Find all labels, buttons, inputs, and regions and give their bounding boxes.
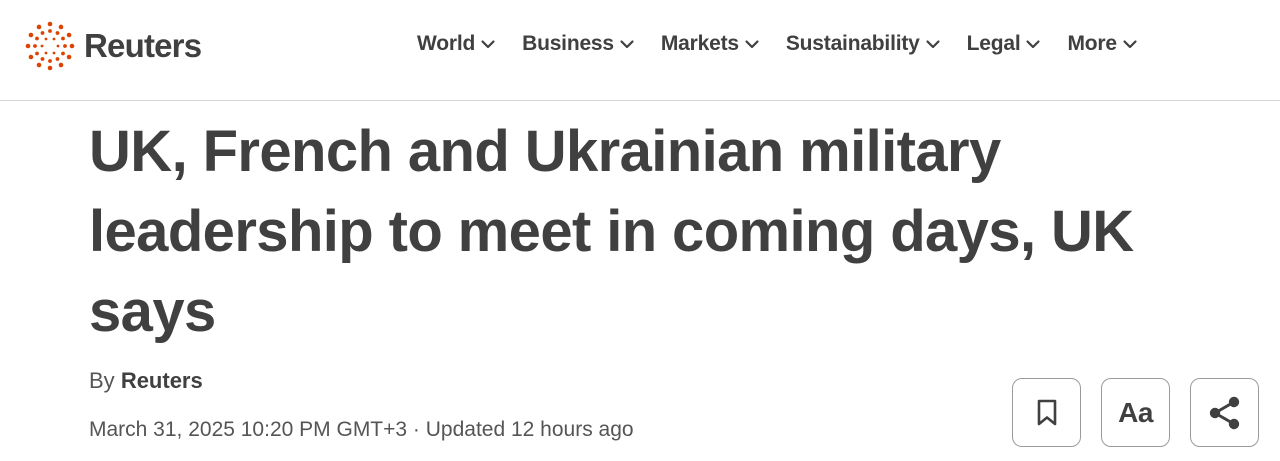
nav-item-legal[interactable]: Legal [967, 32, 1042, 56]
reuters-logo[interactable]: Reuters [24, 20, 202, 72]
text-size-button[interactable]: Aa [1101, 378, 1170, 447]
chevron-down-icon [481, 40, 495, 49]
nav-item-label: Sustainability [785, 32, 920, 55]
chevron-down-icon [926, 40, 940, 49]
reuters-logo-icon [25, 21, 75, 71]
chevron-down-icon [1123, 40, 1137, 49]
nav-item-more[interactable]: More [1067, 32, 1137, 56]
chevron-down-icon [620, 40, 634, 49]
nav-item-label: Business [522, 32, 614, 55]
site-header: Reuters World Business Markets Sustainab… [0, 0, 1280, 101]
article-headline: UK, French and Ukrainian military leader… [89, 119, 1134, 344]
nav-item-label: Legal [966, 32, 1021, 55]
main-nav: World Business Markets Sustainability Le… [417, 32, 1138, 56]
text-size-label: Aa [1118, 396, 1153, 428]
nav-item-label: World [417, 32, 476, 55]
nav-item-label: More [1067, 32, 1117, 55]
share-button[interactable] [1190, 378, 1259, 447]
nav-item-business[interactable]: Business [522, 32, 635, 56]
nav-item-label: Markets [660, 32, 739, 55]
nav-item-world[interactable]: World [417, 32, 496, 56]
share-icon [1209, 396, 1239, 429]
nav-item-markets[interactable]: Markets [661, 32, 760, 56]
bookmark-icon [1037, 399, 1056, 425]
nav-item-sustainability[interactable]: Sustainability [786, 32, 941, 56]
chevron-down-icon [745, 40, 759, 49]
article-actions: Aa [1012, 378, 1259, 447]
article-byline: By Reuters [89, 368, 203, 394]
author-link[interactable]: Reuters [121, 368, 203, 393]
chevron-down-icon [1026, 40, 1041, 49]
article-dateline: March 31, 2025 10:20 PM GMT+3 · Updated … [89, 418, 634, 441]
brand-name: Reuters [84, 27, 202, 64]
bookmark-button[interactable] [1012, 378, 1081, 447]
byline-prefix: By [89, 368, 115, 393]
